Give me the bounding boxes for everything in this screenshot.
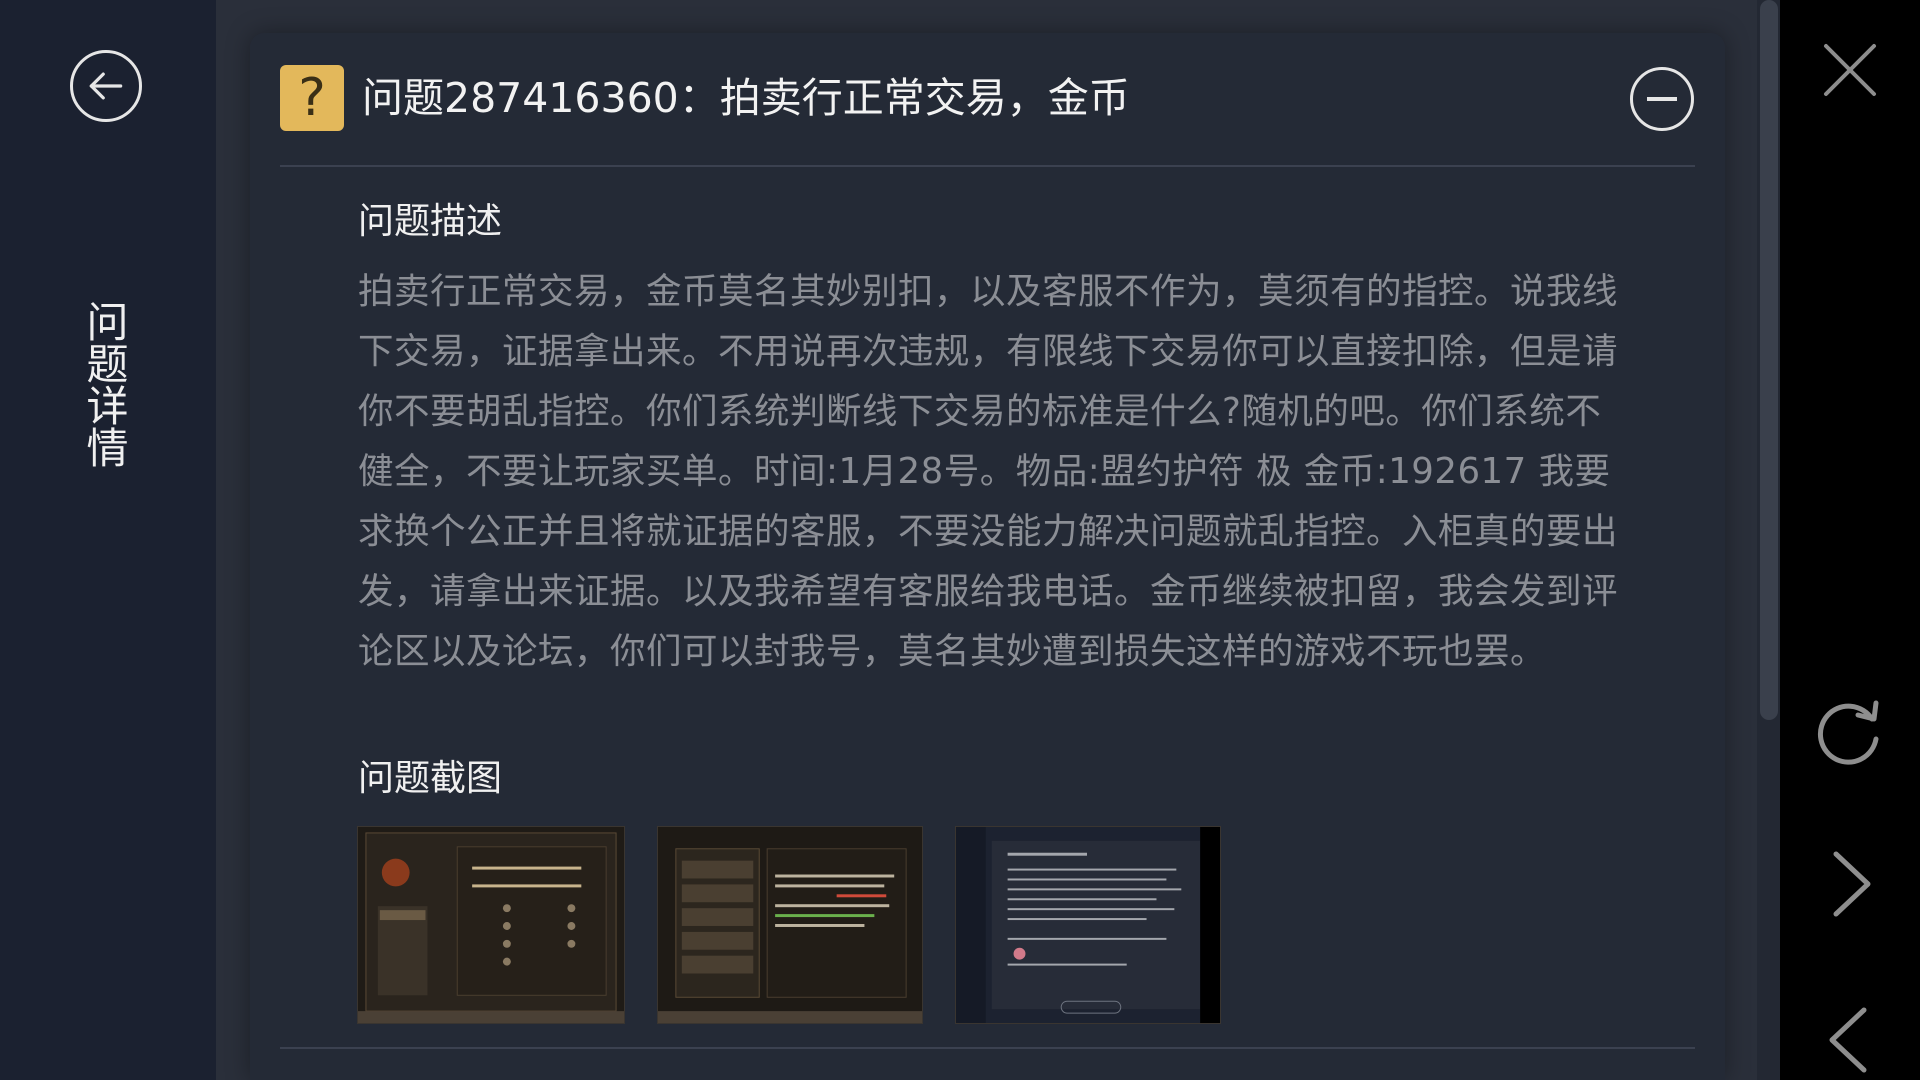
chevron-left-icon[interactable] xyxy=(1822,1004,1874,1076)
chevron-right-icon[interactable] xyxy=(1826,848,1878,920)
screenshots-heading: 问题截图 xyxy=(358,758,503,799)
sidebar: 问题详情 xyxy=(0,0,216,1080)
refresh-icon[interactable] xyxy=(1812,693,1888,769)
screenshot-thumbnail-2[interactable] xyxy=(657,826,923,1024)
close-icon[interactable] xyxy=(1820,40,1880,100)
question-title: 问题287416360：拍卖行正常交易，金币 xyxy=(362,74,1130,122)
collapse-button[interactable] xyxy=(1630,67,1694,131)
description-text: 拍卖行正常交易，金币莫名其妙别扣，以及客服不作为，莫须有的指控。说我线下交易，证… xyxy=(358,271,1619,672)
screenshot-thumbnail-1[interactable] xyxy=(357,826,625,1024)
sidebar-title: 问题详情 xyxy=(80,300,129,468)
header-divider xyxy=(280,165,1695,167)
question-mark-icon: ? xyxy=(280,65,344,131)
scrollbar-thumb[interactable] xyxy=(1760,0,1778,720)
back-button[interactable] xyxy=(70,50,142,122)
bottom-divider xyxy=(280,1047,1695,1049)
screenshot-thumbnail-3[interactable] xyxy=(955,826,1221,1024)
description-heading: 问题描述 xyxy=(358,201,503,242)
back-arrow-icon xyxy=(89,72,123,100)
